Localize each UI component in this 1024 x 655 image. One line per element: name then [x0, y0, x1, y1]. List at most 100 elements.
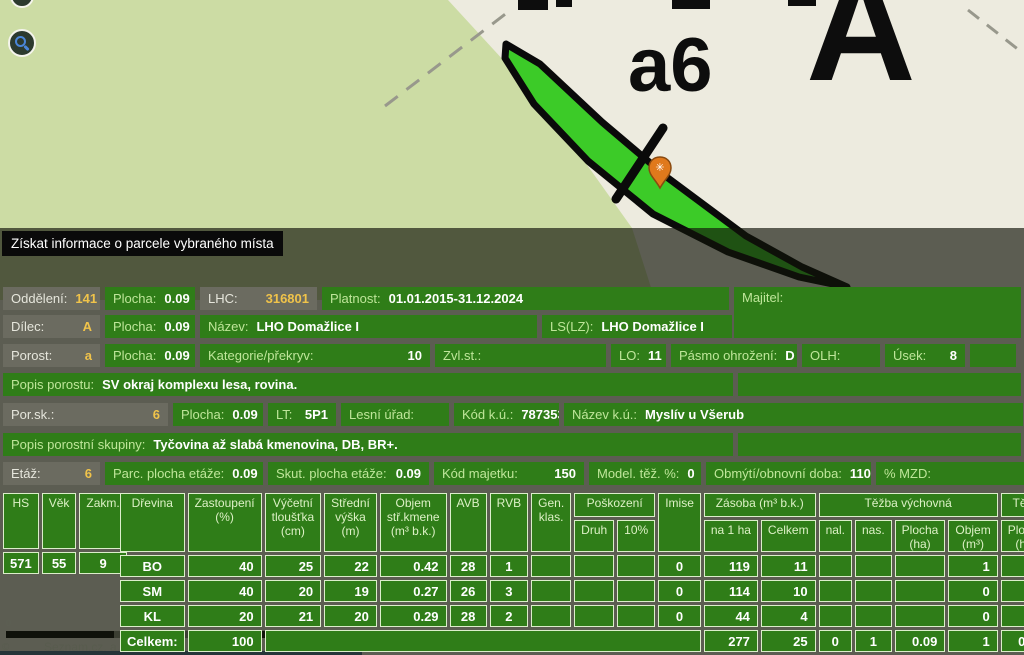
table-row: SM4020190.2726301141000 [120, 580, 1024, 602]
table-cell: 0.42 [380, 555, 447, 577]
map-label-fragment [672, 0, 710, 9]
table-cell: KL [120, 605, 185, 627]
table-cell: 40 [188, 555, 262, 577]
column-header: nal. [819, 520, 852, 552]
field-plocha-oddeleni: Plocha:0.09 [105, 287, 195, 310]
table-cell [617, 605, 655, 627]
column-header: Dřevina [120, 493, 185, 552]
table-cell [574, 555, 614, 577]
search-button[interactable] [8, 29, 36, 57]
column-header: Střednívýška(m) [324, 493, 377, 552]
table-cell: 20 [265, 580, 322, 602]
column-header: Objemstř.kmene(m³ b.k.) [380, 493, 447, 552]
table-cell [531, 580, 571, 602]
field-kod-majetku: Kód majetku:150 [434, 462, 584, 485]
table-cell: 22 [324, 555, 377, 577]
field-popis-porostu: Popis porostu:SV okraj komplexu lesa, ro… [3, 373, 733, 396]
table-cell: 21 [265, 605, 322, 627]
table-cell: 20 [188, 605, 262, 627]
field-lt: LT:5P1 [268, 403, 336, 426]
table-cell [1001, 580, 1024, 602]
table-cell [574, 580, 614, 602]
stand-summary-table: HSVěkZakm.571559 [0, 490, 130, 577]
totals-row: Celkem:10027725010.0910.00000.00 [120, 630, 1024, 652]
table-cell: 0 [948, 605, 997, 627]
field-pasmo: Pásmo ohrožení:D [671, 344, 797, 367]
table-cell: 1 [490, 555, 528, 577]
table-cell: 2 [490, 605, 528, 627]
field-dilec: Dílec:A [3, 315, 100, 338]
table-cell [895, 555, 946, 577]
table-cell [617, 580, 655, 602]
species-detail-table: DřevinaZastoupení(%)Výčetnítloušťka(cm)S… [117, 490, 1024, 655]
field-popis-skupiny: Popis porostní skupiny:Tyčovina až slabá… [3, 433, 733, 456]
table-cell: 28 [450, 555, 487, 577]
field-skut-plocha: Skut. plocha etáže:0.09 [268, 462, 429, 485]
field-nazev: Název:LHO Domažlice I [200, 315, 537, 338]
table-cell [855, 555, 892, 577]
table-cell [855, 605, 892, 627]
table-cell: 0 [658, 555, 701, 577]
table-cell: 4 [761, 605, 816, 627]
column-header: Poškození [574, 493, 655, 517]
table-row: BO4025220.4228101191110 [120, 555, 1024, 577]
field-plocha-dilec: Plocha:0.09 [105, 315, 195, 338]
field-oddeleni: Oddělení:141 [3, 287, 100, 310]
field-obmyti: Obmýtí/obnovní doba:110/40 [706, 462, 871, 485]
table-cell: 0 [658, 605, 701, 627]
tooltip: Získat informace o parcele vybraného mís… [2, 231, 283, 256]
column-header: Těžba výchovná [819, 493, 998, 517]
parcel-label: a6 [628, 26, 713, 106]
column-header: HS [3, 493, 39, 549]
table-cell: 277 [704, 630, 758, 652]
column-header: AVB [450, 493, 487, 552]
table-cell [531, 555, 571, 577]
field-olh: OLH: [802, 344, 880, 367]
table-cell: 28 [450, 605, 487, 627]
table-cell: 44 [704, 605, 758, 627]
table-cell: 25 [265, 555, 322, 577]
table-cell [531, 605, 571, 627]
table-cell [895, 605, 946, 627]
column-header: Objem(m³) [948, 520, 997, 552]
column-header: Imise [658, 493, 701, 552]
app-window: ✳ a6 A 0 12 24 © Seznam.cz, a.s. 2022 Zí… [0, 0, 1024, 655]
empty-cell [738, 433, 1021, 456]
table-cell [1001, 555, 1024, 577]
column-header: Plocha(ha) [1001, 520, 1024, 552]
svg-text:✳: ✳ [655, 161, 664, 174]
totals-label: Celkem: [120, 630, 185, 652]
column-header: Zastoupení(%) [188, 493, 262, 552]
field-lo: LO:11 [611, 344, 666, 367]
empty-cell [970, 344, 1016, 367]
table-cell: 3 [490, 580, 528, 602]
field-mzd: % MZD: [876, 462, 1024, 485]
field-etaz: Etáž:6 [3, 462, 100, 485]
table-cell: 100 [188, 630, 262, 652]
table-cell [1001, 605, 1024, 627]
field-zvlst: Zvl.st.: [435, 344, 606, 367]
table-cell [819, 555, 852, 577]
table-cell [895, 580, 946, 602]
table-cell: 0 [819, 630, 852, 652]
column-header: 10% [617, 520, 655, 552]
column-header: Věk [42, 493, 77, 549]
field-kategorie: Kategorie/překryv:10 [200, 344, 430, 367]
table-cell: BO [120, 555, 185, 577]
map-label-fragment [556, 0, 572, 7]
column-header: Druh [574, 520, 614, 552]
table-cell: 25 [761, 630, 816, 652]
field-porsk: Por.sk.:6 [3, 403, 168, 426]
column-header: Těžba obnovní [1001, 493, 1024, 517]
field-lslz: LS(LZ):LHO Domažlice I [542, 315, 732, 338]
field-lhc: LHC:316801 [200, 287, 317, 310]
field-model-tez: Model. těž. %:0 [589, 462, 701, 485]
table-cell [855, 580, 892, 602]
field-majitel: Majitel: [734, 287, 1021, 338]
table-cell: 571 [3, 552, 39, 574]
column-header: Výčetnítloušťka(cm) [265, 493, 322, 552]
column-header: Plocha(ha) [895, 520, 946, 552]
column-header: nas. [855, 520, 892, 552]
table-cell: 20 [324, 605, 377, 627]
table-cell [819, 605, 852, 627]
